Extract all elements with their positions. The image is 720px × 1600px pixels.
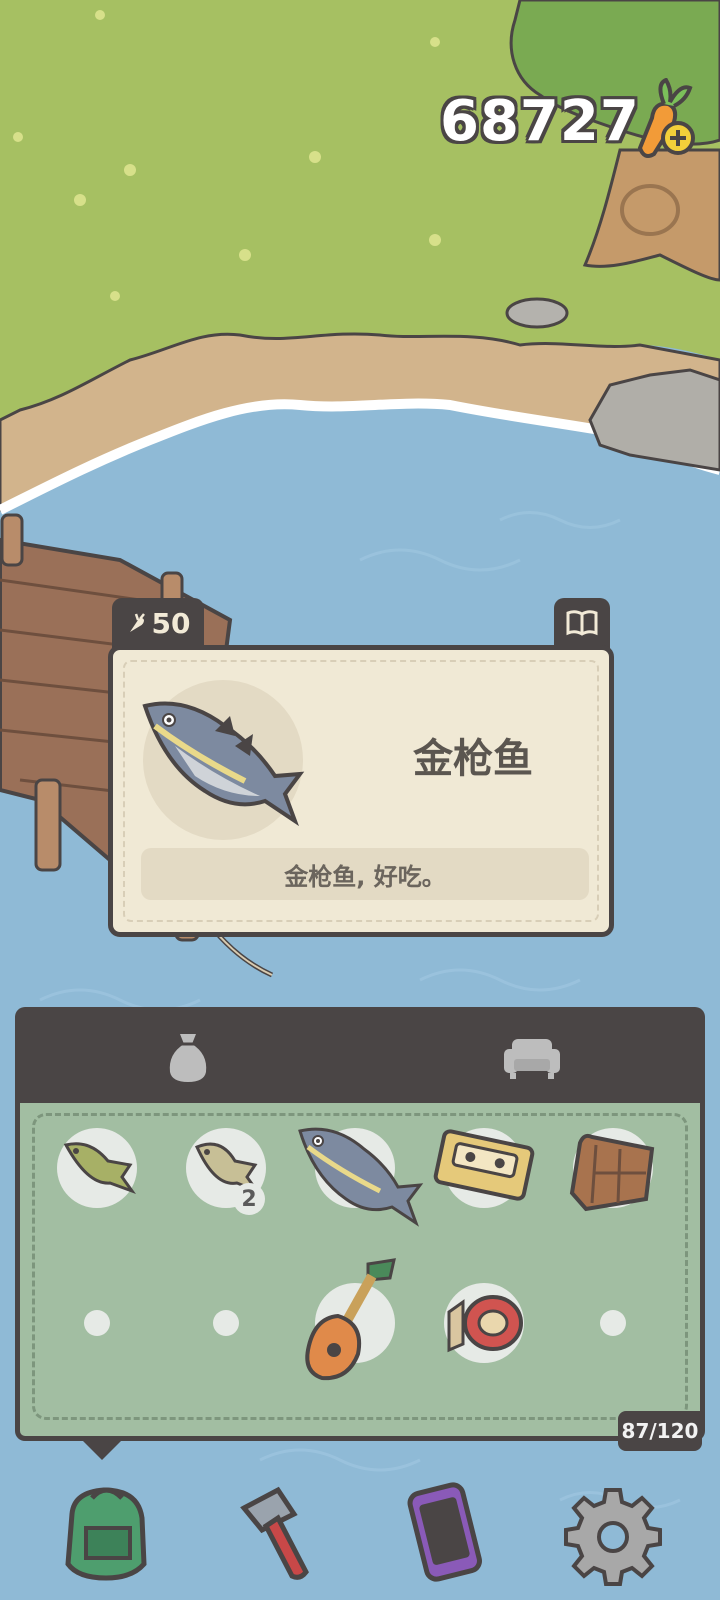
wood-planks-icon	[569, 1133, 655, 1212]
lute-icon	[305, 1258, 396, 1381]
nav-backpack[interactable]	[52, 1478, 162, 1588]
gear-icon	[564, 1488, 662, 1586]
inventory-slot[interactable]	[42, 1113, 152, 1223]
inventory-slot[interactable]: 2	[171, 1113, 281, 1223]
nav-crafting[interactable]	[224, 1478, 334, 1588]
inventory-pointer	[82, 1440, 122, 1460]
carrot-count: 68727	[440, 88, 640, 154]
backpack-icon	[65, 1487, 147, 1581]
tuna-icon	[298, 1127, 424, 1227]
inventory-capacity: 87/120	[618, 1411, 702, 1451]
carrot-plus-icon[interactable]	[626, 77, 702, 162]
fish-small-icon	[63, 1142, 136, 1195]
item-count: 2	[233, 1183, 265, 1215]
inventory-slot[interactable]	[429, 1113, 539, 1223]
inventory-tabs	[15, 1007, 705, 1107]
inventory-slot-selected[interactable]	[298, 1113, 424, 1227]
bag-icon	[169, 1034, 207, 1082]
nav-phone[interactable]	[390, 1478, 500, 1588]
inventory-slot[interactable]	[300, 1258, 410, 1381]
phone-icon	[407, 1482, 482, 1582]
nav-settings[interactable]	[558, 1478, 668, 1588]
encyclopedia-button[interactable]	[554, 598, 610, 648]
tuna-icon	[142, 701, 305, 827]
inventory-slot[interactable]	[558, 1113, 668, 1223]
carrot-icon	[129, 613, 145, 632]
item-detail-card: 金枪鱼 金枪鱼, 好吃。	[108, 645, 614, 937]
sofa-icon	[504, 1039, 560, 1079]
price-value: 50	[151, 606, 191, 640]
book-icon	[566, 610, 598, 636]
tab-bag[interactable]	[143, 1017, 233, 1097]
tape-roll-icon	[447, 1295, 523, 1353]
item-description-box: 金枪鱼, 好吃。	[141, 848, 589, 900]
price-tag: 50	[112, 598, 204, 648]
inventory-slot-empty[interactable]	[171, 1268, 281, 1378]
item-name: 金枪鱼	[413, 736, 533, 782]
item-description: 金枪鱼, 好吃。	[284, 862, 446, 891]
cassette-icon	[433, 1129, 535, 1201]
tab-furniture[interactable]	[487, 1017, 577, 1097]
inventory-slot-empty[interactable]	[558, 1268, 668, 1378]
hammer-icon	[240, 1486, 309, 1580]
inventory-slot[interactable]	[429, 1268, 539, 1378]
inventory-slot-empty[interactable]	[42, 1268, 152, 1378]
carrot-balance: 68727	[440, 86, 640, 156]
